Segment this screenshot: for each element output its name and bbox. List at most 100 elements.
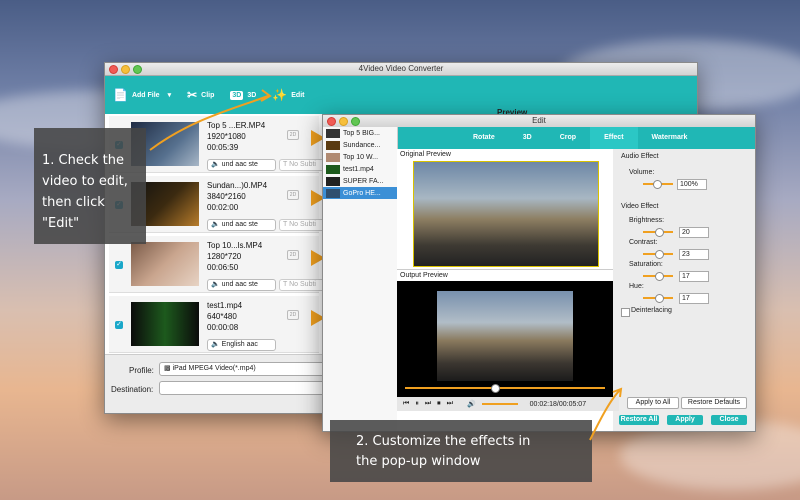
preview-divider — [397, 269, 613, 270]
3d-icon: 3D — [230, 90, 244, 100]
close-window-button[interactable] — [109, 65, 118, 74]
brightness-handle[interactable] — [655, 228, 664, 237]
add-file-label: Add File — [131, 91, 160, 99]
restore-all-button[interactable]: Restore All — [619, 415, 659, 425]
original-preview-label: Original Preview — [400, 151, 451, 158]
file-info: Top 10...ls.MP4 1280*720 00:06:50 — [207, 240, 262, 273]
hue-handle[interactable] — [655, 294, 664, 303]
saturation-stepper[interactable]: 17 — [679, 271, 709, 282]
edit-button[interactable]: ✨ Edit — [272, 88, 304, 102]
file-row[interactable]: ✓ Top 10...ls.MP4 1280*720 00:06:50 2D 🔈… — [109, 236, 326, 293]
list-item-selected[interactable]: GoPro HE... — [323, 187, 397, 199]
file-row[interactable]: ✓ test1.mp4 640*480 00:00:08 2D 🔈 Englis… — [109, 296, 325, 353]
2d-badge[interactable]: 2D — [287, 130, 299, 140]
subtitle-select[interactable]: T No Subti — [279, 279, 326, 291]
apply-button[interactable]: Apply — [667, 415, 703, 425]
list-item-label: Sundance... — [343, 141, 381, 149]
close-window-button[interactable] — [327, 117, 336, 126]
playback-controls: ⏮ ⏸ ⏭ ⏹ ⏭ 🔊 00:02:18/00:05:07 — [397, 397, 619, 411]
edit-file-list: Top 5 BIG... Sundance... Top 10 W... tes… — [323, 127, 398, 431]
tab-watermark[interactable]: Watermark — [638, 127, 702, 149]
volume-stepper[interactable]: 100% — [677, 179, 707, 190]
audio-track-select[interactable]: 🔈 und aac ste — [207, 219, 276, 231]
2d-badge[interactable]: 2D — [287, 190, 299, 200]
audio-track-select[interactable]: 🔈 und aac ste — [207, 279, 276, 291]
saturation-label: Saturation: — [629, 261, 663, 268]
volume-effect-handle[interactable] — [653, 180, 662, 189]
audio-effect-heading: Audio Effect — [621, 153, 659, 160]
contrast-stepper[interactable]: 23 — [679, 249, 709, 260]
callout-line: then click — [42, 195, 105, 210]
file-resolution: 1280*720 — [207, 252, 242, 261]
file-duration: 00:05:39 — [207, 143, 239, 152]
file-name: Top 10...ls.MP4 — [207, 241, 263, 250]
volume-slider[interactable] — [481, 403, 518, 405]
minimize-window-button[interactable] — [121, 65, 130, 74]
restore-defaults-button[interactable]: Restore Defaults — [681, 397, 747, 409]
seek-handle[interactable] — [491, 384, 500, 393]
tab-effect[interactable]: Effect — [590, 127, 638, 149]
file-resolution: 3840*2160 — [207, 192, 246, 201]
clip-button[interactable]: ✂ Clip — [187, 88, 214, 102]
instruction-callout-1: 1. Check the video to edit, then click "… — [34, 128, 146, 244]
seek-bar[interactable] — [405, 387, 605, 389]
volume-icon[interactable]: 🔊 — [467, 400, 476, 408]
zoom-window-button[interactable] — [351, 117, 360, 126]
next-frame-icon[interactable]: ⏭ — [425, 400, 431, 408]
pause-icon[interactable]: ⏸ — [415, 400, 419, 408]
audio-track-select[interactable]: 🔈 English aac — [207, 339, 276, 351]
hue-value: 17 — [682, 295, 690, 302]
saturation-handle[interactable] — [655, 272, 664, 281]
skip-forward-icon[interactable]: ⏭ — [447, 400, 453, 408]
file-thumbnail — [326, 128, 340, 138]
subtitle-select[interactable]: T No Subti — [279, 159, 326, 171]
scissors-icon: ✂ — [187, 88, 198, 102]
apply-to-all-button[interactable]: Apply to All — [627, 397, 679, 409]
contrast-handle[interactable] — [655, 250, 664, 259]
list-item[interactable]: Sundance... — [323, 139, 397, 151]
callout-line: the pop-up window — [356, 454, 481, 469]
list-item-label: Top 10 W... — [343, 153, 379, 161]
list-item[interactable]: Top 10 W... — [323, 151, 397, 163]
saturation-value: 17 — [682, 273, 690, 280]
deinterlacing-checkbox[interactable] — [621, 308, 630, 317]
list-item-label: GoPro HE... — [343, 189, 381, 197]
profile-value: iPad MPEG4 Video(*.mp4) — [172, 365, 256, 372]
file-checkbox[interactable]: ✓ — [115, 261, 123, 269]
volume-value: 100% — [680, 181, 698, 188]
close-button[interactable]: Close — [711, 415, 747, 425]
main-titlebar: 4Video Video Converter — [105, 63, 697, 76]
list-item[interactable]: SUPER FA... — [323, 175, 397, 187]
destination-input[interactable] — [159, 381, 325, 395]
tab-crop[interactable]: Crop — [546, 127, 590, 149]
list-item[interactable]: test1.mp4 — [323, 163, 397, 175]
audio-track-select[interactable]: 🔈 und aac ste — [207, 159, 276, 171]
file-thumbnail — [326, 188, 340, 198]
minimize-window-button[interactable] — [339, 117, 348, 126]
effect-panel: Audio Effect Volume: 100% Video Effect B… — [613, 149, 755, 431]
brightness-stepper[interactable]: 20 — [679, 227, 709, 238]
tab-3d[interactable]: 3D — [509, 127, 546, 149]
speaker-icon: 🔈 — [211, 221, 222, 228]
output-preview-frame — [397, 281, 613, 397]
zoom-window-button[interactable] — [133, 65, 142, 74]
2d-badge[interactable]: 2D — [287, 310, 299, 320]
add-file-button[interactable]: 📄 Add File ▾ — [113, 88, 171, 102]
3d-button[interactable]: 3D 3D — [230, 90, 256, 100]
skip-back-icon[interactable]: ⏮ — [403, 400, 409, 408]
hue-stepper[interactable]: 17 — [679, 293, 709, 304]
file-checkbox[interactable]: ✓ — [115, 321, 123, 329]
brightness-label: Brightness: — [629, 217, 665, 224]
dropdown-arrow-icon[interactable]: ▾ — [168, 91, 172, 99]
stop-icon[interactable]: ⏹ — [437, 400, 441, 408]
audio-track-value: und aac ste — [221, 281, 258, 288]
tab-rotate[interactable]: Rotate — [459, 127, 509, 149]
speaker-icon: 🔈 — [211, 281, 222, 288]
list-item[interactable]: Top 5 BIG... — [323, 127, 397, 139]
callout-line: 1. Check the — [42, 153, 124, 168]
profile-select[interactable]: ▩ iPad MPEG4 Video(*.mp4) — [159, 362, 325, 376]
2d-badge[interactable]: 2D — [287, 250, 299, 260]
list-item-label: SUPER FA... — [343, 177, 384, 185]
file-thumbnail — [326, 164, 340, 174]
subtitle-select[interactable]: T No Subti — [279, 219, 326, 231]
